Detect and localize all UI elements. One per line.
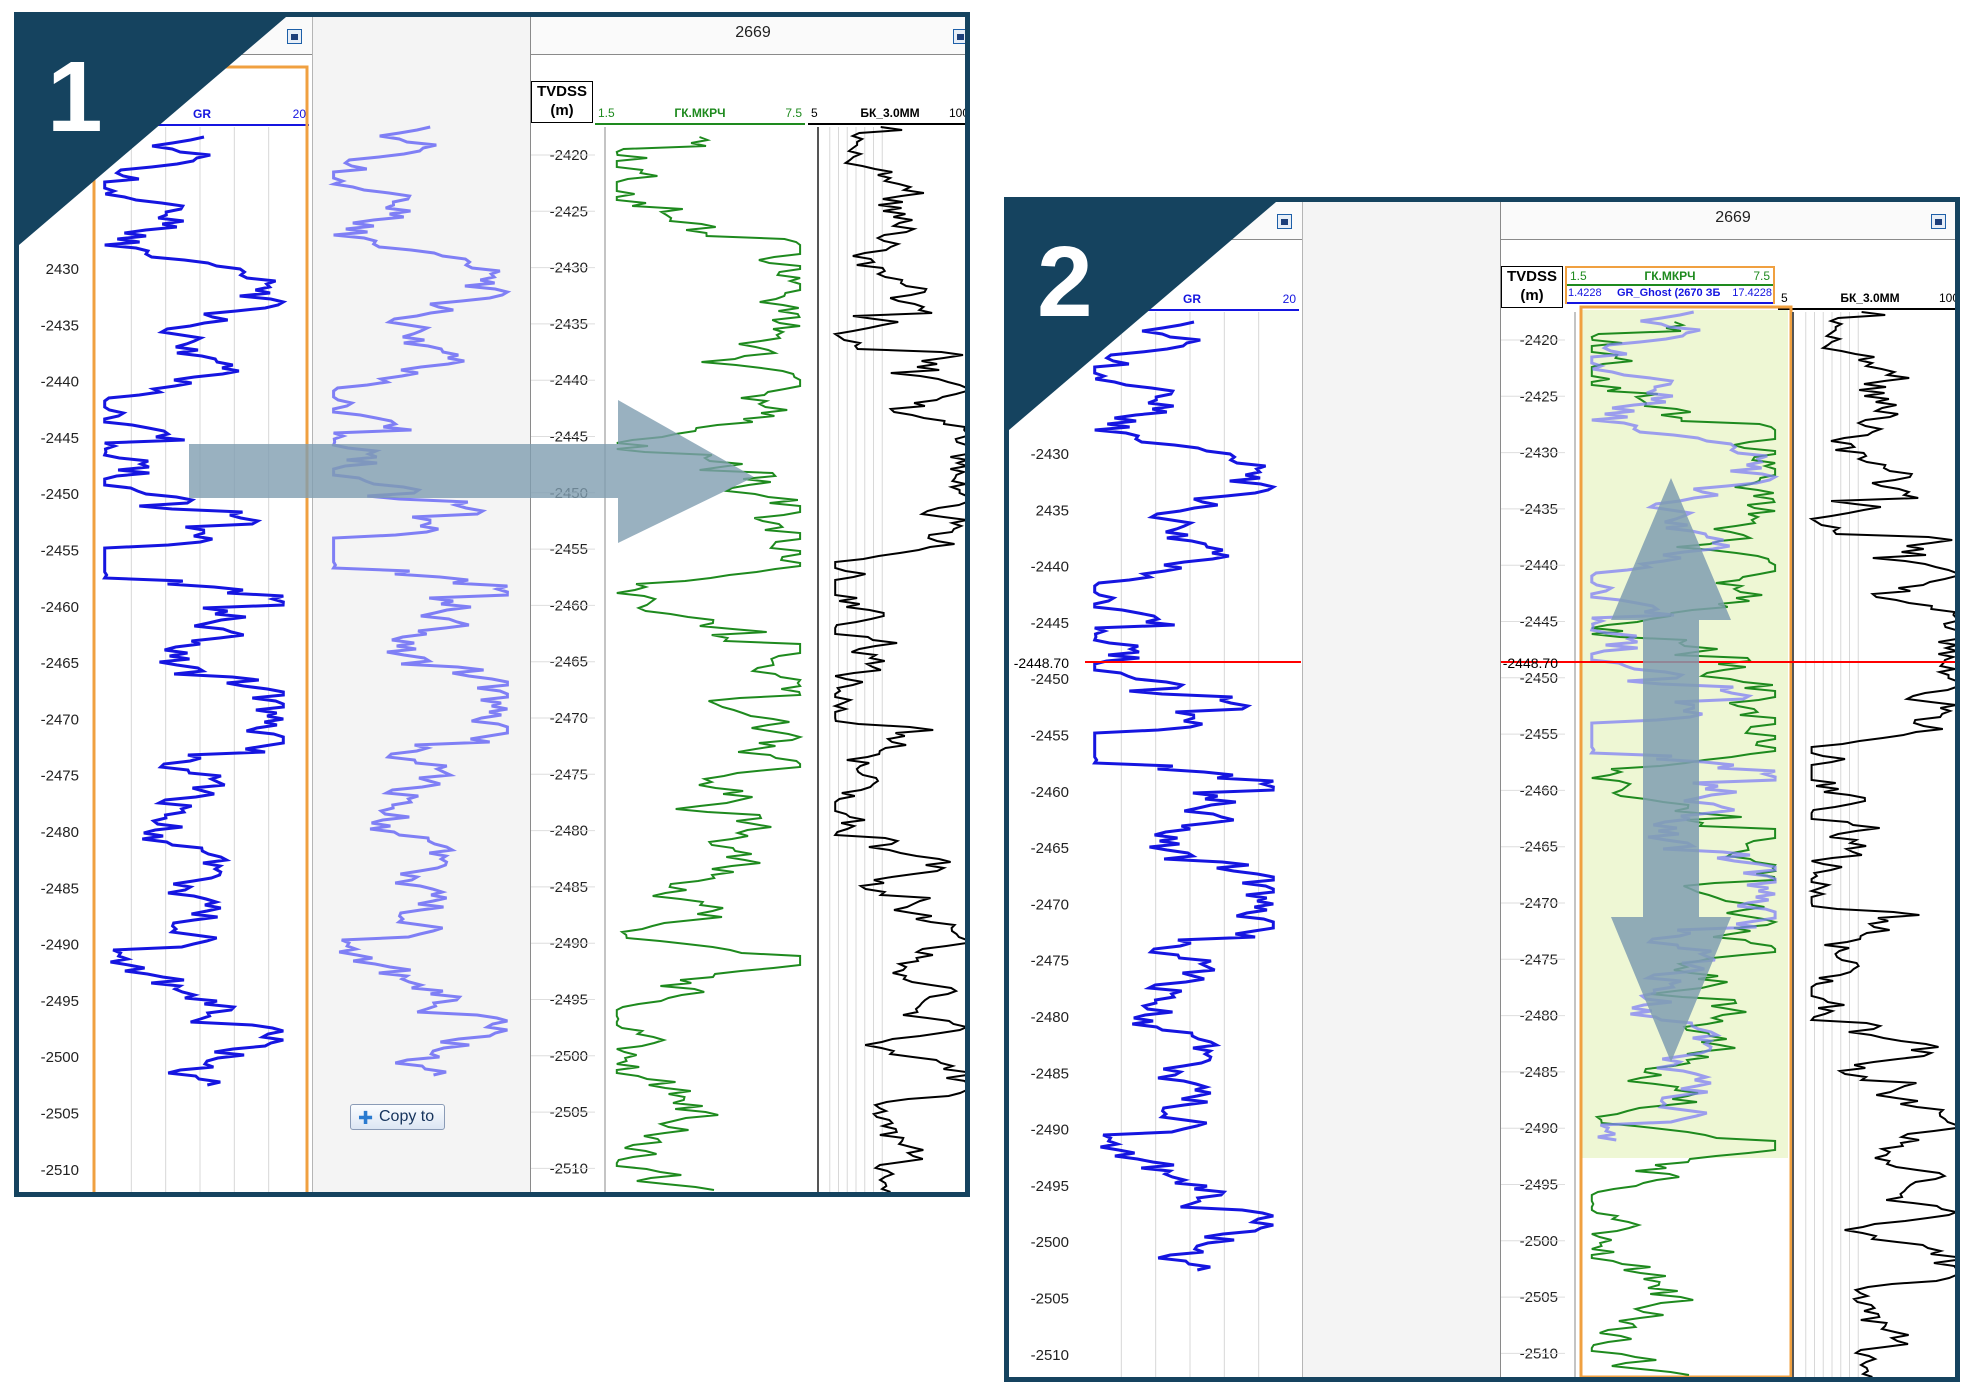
depth-tick-label: -2440 — [1031, 559, 1069, 576]
depth-tick-label: -2495 — [41, 993, 79, 1010]
panel-1: GR 20 2430 -2435 -2440 -2445 -2450 -2455 -2460… — [14, 12, 970, 1197]
copy-to-button[interactable]: ✚ Copy to — [350, 1104, 446, 1130]
depth-tick-label: -2475 — [41, 768, 79, 785]
depth-tick-label: -2490 — [41, 937, 79, 954]
depth-tick-label: -2455 — [1031, 728, 1069, 745]
depth-marker-label: -2448.70 — [1503, 655, 1558, 671]
gr-log-plot[interactable]: 2430 -2435 -2440 -2445 -2450 -2455 -2460 -2465 -… — [19, 17, 312, 1192]
depth-tick-label: -2450 — [1031, 671, 1069, 688]
depth-tick-label: -2435 — [41, 317, 79, 334]
empty-track — [1302, 202, 1502, 1377]
depth-marker-label: -2448.70 — [1014, 655, 1069, 671]
depth-tick-label: -2480 — [41, 824, 79, 841]
depth-tick-label: -2450 — [41, 486, 79, 503]
depth-tick-label: -2465 — [41, 655, 79, 672]
depth-tick-label: -2460 — [41, 599, 79, 616]
depth-tick-label: -2510 — [41, 1162, 79, 1179]
depth-tick-label: -2485 — [1031, 1065, 1069, 1082]
depth-tick-label: -2470 — [41, 711, 79, 728]
depth-tick-label: -2500 — [41, 1049, 79, 1066]
well-log-plot[interactable]: -2420-2425-2430-2435-2440-2445-2450-2455… — [1501, 202, 1960, 1377]
ghost-drag-area: ✚ Copy to — [312, 17, 532, 1192]
depth-tick-label: 2435 — [1036, 502, 1069, 519]
depth-tick-label: -2440 — [41, 374, 79, 391]
depth-tick-label: -2505 — [1031, 1291, 1069, 1308]
gr-track-left: GR 20 2430 -2435 -2440 -2445 -2450 -2455 -2460… — [19, 17, 312, 1192]
depth-tick-label: -2480 — [1031, 1009, 1069, 1026]
bk-curve — [832, 126, 965, 1192]
step-number-1: 1 — [47, 41, 103, 153]
depth-tick-label: -2460 — [1031, 784, 1069, 801]
ghost-curve-plot[interactable] — [313, 17, 530, 1192]
gr-log-plot[interactable]: -2430 2435 -2440 -2445 -2450 -2455 -2460 -2465 -… — [1009, 202, 1302, 1377]
panel-2: GR 20 -2430 2435 -2440 -2445 -2450 -2455 -2460… — [1004, 197, 1960, 1382]
ghost-gr-curve — [328, 125, 512, 1077]
depth-tick-label: -2510 — [1031, 1347, 1069, 1364]
depth-tick-label: -2475 — [1031, 953, 1069, 970]
depth-tick-label: -2430 — [1031, 446, 1069, 463]
well-log-plot[interactable]: -2420-2425-2430-2435-2440-2445-2450-2455… — [531, 17, 970, 1192]
well-2669-tracks: 2669 TVDSS (m) 1.5 ГК.МКРЧ 7.5 5 БК_3.0М… — [531, 17, 970, 1192]
gr-track-left: GR 20 -2430 2435 -2440 -2445 -2450 -2455 -2460… — [1009, 202, 1302, 1377]
depth-tick-label: -2485 — [41, 880, 79, 897]
depth-tick-label: -2445 — [1031, 615, 1069, 632]
depth-tick-label: -2490 — [1031, 1122, 1069, 1139]
copy-to-label: Copy to — [379, 1108, 435, 1125]
gk-curve — [615, 136, 804, 1191]
depth-tick-label: -2470 — [1031, 896, 1069, 913]
step-number-2: 2 — [1037, 226, 1093, 338]
depth-tick-label: -2455 — [41, 543, 79, 560]
depth-tick-label: -2435 — [1520, 501, 1558, 518]
depth-tick-label: -2500 — [1031, 1234, 1069, 1251]
depth-tick-label: -2445 — [41, 430, 79, 447]
depth-tick-label: -2495 — [1031, 1178, 1069, 1195]
depth-tick-label: 2430 — [46, 261, 79, 278]
depth-tick-label: -2505 — [41, 1106, 79, 1123]
well-2669-tracks: 2669 TVDSS (m) 1.5 ГК.МКРЧ 7.5 1.4228 GR… — [1501, 202, 1960, 1377]
bk-curve — [1808, 311, 1955, 1377]
plus-icon: ✚ — [358, 1108, 374, 1128]
depth-tick-label: -2465 — [1031, 840, 1069, 857]
